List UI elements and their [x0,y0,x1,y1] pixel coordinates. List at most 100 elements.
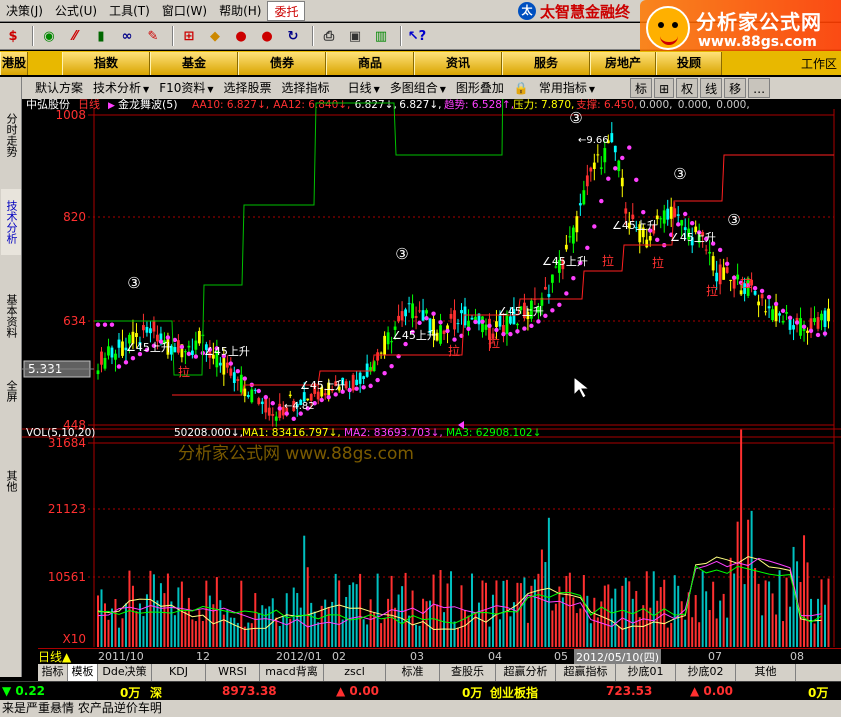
refresh-icon[interactable]: ↻ [282,25,304,47]
trend-dot [773,301,779,307]
vtab-technical[interactable]: 技术分析 [1,189,21,255]
menu-window[interactable]: 窗口(W) [156,1,213,21]
move-button[interactable]: 移 [724,78,747,98]
vtab-fundamental[interactable]: 基本资料 [1,283,21,349]
nav-index[interactable]: 指数 [62,51,150,75]
line-button[interactable]: 线 [700,78,723,98]
mark-button[interactable]: 标 [630,78,653,98]
pen-icon[interactable]: ✎ [142,25,164,47]
volume-bar [411,590,414,647]
price-tick-label: 634 [63,314,86,328]
diamond-icon[interactable]: ◆ [204,25,226,47]
pull-label: 拉 [740,275,752,290]
volume-bar [617,626,620,647]
ind-tab-bottom01[interactable]: 抄底01 [616,664,676,681]
vtab-other[interactable]: 其他 [1,463,21,499]
slash-icon[interactable]: ⁄⁄ [64,25,86,47]
volume-bar [820,579,823,647]
volume-bar [348,584,351,647]
nav-workarea[interactable]: 工作区 [801,55,841,72]
default-scheme-button[interactable]: 默认方案 [30,78,88,98]
nav-hk-stocks[interactable]: 港股 [0,51,28,75]
common-indicator-dropdown[interactable]: 常用指标 [534,78,600,98]
network-icon[interactable]: ⊞ [178,25,200,47]
menu-help[interactable]: 帮助(H) [213,1,267,21]
nav-fund[interactable]: 基金 [150,51,238,75]
ind-tab-dde[interactable]: Dde决策 [98,664,152,681]
candle-body [218,362,222,366]
nav-real-estate[interactable]: 房地产 [590,51,656,75]
candle-body [152,320,156,332]
nav-commodity[interactable]: 商品 [326,51,414,75]
nav-news[interactable]: 资讯 [414,51,502,75]
menu-formula[interactable]: 公式(U) [49,1,103,21]
trend-dot [731,275,737,280]
crosshair-icon[interactable]: ⊞ [654,78,675,98]
ind-tab-zscl[interactable]: zscl [324,664,386,681]
lock-icon[interactable]: 🔒 [509,78,534,98]
f10-data-dropdown[interactable]: F10资料 [154,78,218,98]
ind-tab-chaoying-indicator[interactable]: 超赢指标 [556,664,616,681]
binoculars-icon[interactable]: ∞ [116,25,138,47]
bomb-icon[interactable]: ● [230,25,252,47]
vtab-intraday[interactable]: 分时走势 [1,101,21,169]
volume-bar [484,582,487,647]
window-icon[interactable]: ▣ [344,25,366,47]
ind-tab-kdj[interactable]: KDJ [152,664,206,681]
period-dropdown[interactable]: 日线 [343,78,385,98]
news-ticker[interactable]: 来是严重悬情 农产品逆价车明 [0,700,841,717]
menu-trade[interactable]: 委托 [267,0,306,21]
multi-chart-dropdown[interactable]: 多图组合 [385,78,451,98]
menu-decision[interactable]: 决策(J) [0,1,49,21]
trend-dot [102,322,108,327]
candle-body [278,403,282,418]
select-stock-button[interactable]: 选择股票 [219,78,277,98]
rights-button[interactable]: 权 [676,78,699,98]
technical-analysis-dropdown[interactable]: 技术分析 [88,78,154,98]
volume-bar [792,546,795,647]
overlay-button[interactable]: 图形叠加 [451,78,509,98]
dollar-icon[interactable]: $ [2,25,24,47]
bomb-icon[interactable]: ● [256,25,278,47]
nav-bond[interactable]: 债券 [238,51,326,75]
nav-advisor[interactable]: 投顾 [656,51,722,75]
volume-tick-label: 21123 [48,502,86,516]
volume-bar [519,583,522,647]
ind-tab-indicator[interactable]: 指标 [38,664,68,681]
trend-dot [683,211,688,217]
volume-bar [607,584,610,647]
ind-tab-wrsi[interactable]: WRSI [206,664,260,681]
menu-tools[interactable]: 工具(T) [103,1,156,21]
ind-tab-chaoying-analysis[interactable]: 超赢分析 [496,664,556,681]
trend-dot [270,401,275,406]
bars-icon[interactable]: ▮ [90,25,112,47]
vtab-fullscreen[interactable]: 全屏 [1,373,21,409]
eye-icon[interactable]: ◉ [38,25,60,47]
chart-area[interactable]: 1008 820 634 448 5.331 中弘股份 日线 ▶ 金龙舞波(5) AA10: 6.… [22,99,841,649]
books-icon[interactable]: ▥ [370,25,392,47]
candle-body [481,316,484,333]
candle-body [676,214,680,216]
volume-tick-label: 31684 [48,436,86,450]
select-indicator-button[interactable]: 选择指标 [277,78,335,98]
nav-service[interactable]: 服务 [502,51,590,75]
candle-body [613,145,617,153]
volume-bar [184,611,187,647]
more-icon[interactable]: … [748,78,771,98]
help-pointer-icon[interactable]: ↖? [406,25,428,47]
ind-tab-template[interactable]: 模板 [68,664,98,681]
volume-bar [624,577,627,647]
volume-bar [516,582,519,647]
ind-tab-other[interactable]: 其他 [736,664,796,681]
volume-bar [750,510,753,647]
ind-tab-chagule[interactable]: 查股乐 [440,664,496,681]
ind-tab-standard[interactable]: 标准 [386,664,440,681]
ind-tab-bottom02[interactable]: 抄底02 [676,664,736,681]
trend-dot [375,377,380,383]
candle-body [236,379,240,381]
print-icon[interactable]: ⎙ [318,25,340,47]
candle-body [624,208,628,214]
kline-chart[interactable]: 10088206344485.331中弘股份 日线 ▶ 金龙舞波(5) AA10: 6.… [22,99,841,649]
ind-tab-macd[interactable]: macd背离 [260,664,324,681]
trend-dot [235,369,241,374]
